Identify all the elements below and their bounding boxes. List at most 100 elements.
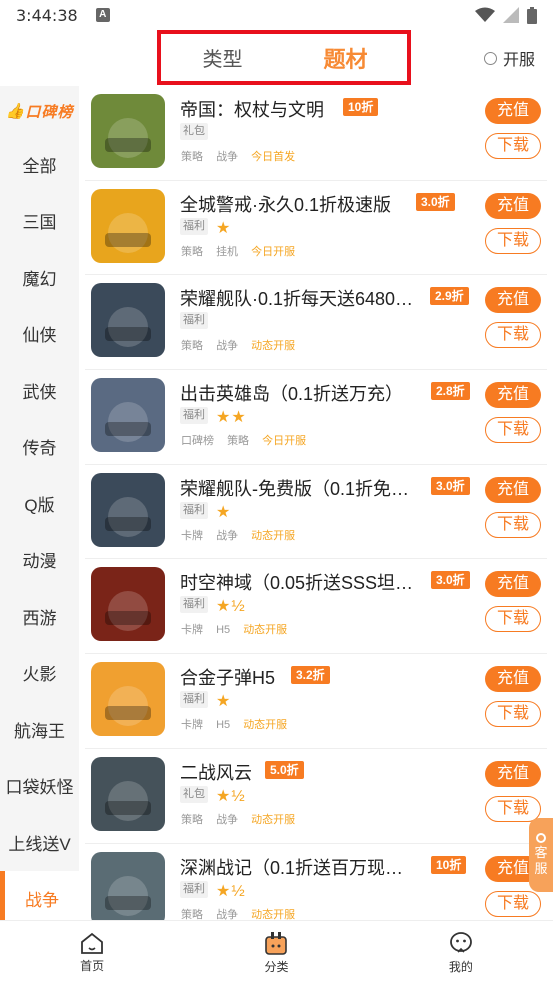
- game-name[interactable]: 二战风云: [180, 759, 252, 785]
- heroine-icon[interactable]: [91, 378, 165, 453]
- tank-icon[interactable]: [91, 567, 165, 642]
- server-status: 动态开服: [251, 908, 296, 921]
- game-meta: 策略 战争 动态开服: [181, 811, 305, 827]
- sidebar-item-journey-west[interactable]: 西游: [0, 588, 79, 645]
- sidebar-item-war[interactable]: 战争: [0, 870, 79, 920]
- download-button[interactable]: 下载: [485, 227, 541, 254]
- game-tag: 福利: [180, 880, 208, 898]
- sidebar-item-wuxia[interactable]: 武侠: [0, 362, 79, 419]
- nav-category-label: 分类: [264, 959, 289, 974]
- headset-icon: [536, 833, 546, 843]
- genre-label: 策略: [181, 813, 203, 826]
- mech-icon[interactable]: [91, 851, 165, 920]
- nav-home[interactable]: 首页: [0, 921, 184, 984]
- customer-service-button[interactable]: 客 服: [529, 818, 553, 892]
- tab-theme[interactable]: 题材: [284, 42, 407, 74]
- game-tag: 福利: [180, 407, 208, 425]
- recharge-button[interactable]: 充值: [485, 760, 541, 787]
- sidebar-item-one-piece[interactable]: 航海王: [0, 701, 79, 758]
- genre-label: 策略: [181, 151, 203, 163]
- download-button[interactable]: 下载: [485, 606, 541, 633]
- game-row[interactable]: 二战风云 5.0折 礼包 ★½ 策略 战争 动态开服 充值 下载: [85, 749, 547, 844]
- game-row[interactable]: 时空神域（0.05折送SSS坦… 3.0折 福利 ★½ 卡牌 H5 动态开服 充…: [85, 559, 547, 655]
- nav-category[interactable]: 分类: [184, 921, 368, 984]
- warship-icon[interactable]: [91, 283, 165, 358]
- game-name[interactable]: 荣耀舰队-免费版（0.1折免…: [180, 475, 409, 501]
- genre-label: 战争: [216, 529, 239, 542]
- sidebar-item-anime[interactable]: 动漫: [0, 532, 79, 589]
- nav-mine[interactable]: 我的: [369, 921, 553, 984]
- sidebar-rank-label: 口碑榜: [25, 103, 74, 121]
- game-meta: 卡牌 战争 动态开服: [181, 527, 305, 543]
- soldier-icon[interactable]: [91, 94, 165, 168]
- radio-icon[interactable]: [483, 51, 497, 65]
- category-icon: [265, 931, 288, 955]
- kaifu-label: 开服: [502, 52, 535, 69]
- category-tab-group: 类型 题材: [157, 30, 411, 85]
- sidebar-item-pocket-monster[interactable]: 口袋妖怪: [0, 758, 79, 815]
- explosion-icon[interactable]: [91, 662, 165, 737]
- sidebar-item-vip-online[interactable]: 上线送V: [0, 814, 79, 871]
- tank-badge-icon[interactable]: [91, 188, 165, 263]
- recharge-button[interactable]: 充值: [485, 476, 541, 503]
- game-row[interactable]: 帝国：权杖与文明 10折 礼包 策略 战争 今日首发 充值 下载: [85, 86, 547, 181]
- discount-badge: 10折: [343, 98, 379, 116]
- game-row[interactable]: 全城警戒·永久0.1折极速版 3.0折 福利 ★ 策略 挂机 今日开服 充值 下…: [85, 181, 547, 276]
- game-name[interactable]: 帝国：权杖与文明: [180, 96, 324, 122]
- rating-stars: ★½: [216, 787, 246, 805]
- game-name[interactable]: 全城警戒·永久0.1折极速版: [180, 191, 391, 217]
- rating-stars: ★★: [216, 409, 247, 427]
- sidebar-item-sanguo[interactable]: 三国: [0, 193, 79, 250]
- sidebar-item-legend[interactable]: 传奇: [0, 419, 79, 476]
- game-name[interactable]: 深渊战记（0.1折送百万现…: [180, 854, 403, 880]
- sidebar-item-fantasy[interactable]: 魔幻: [0, 249, 79, 306]
- recharge-button[interactable]: 充值: [485, 571, 541, 598]
- header: 类型 题材 开服: [0, 30, 553, 85]
- download-button[interactable]: 下载: [485, 133, 541, 159]
- game-name[interactable]: 荣耀舰队·0.1折每天送6480…: [180, 285, 413, 311]
- sidebar-item-xianxia[interactable]: 仙侠: [0, 306, 79, 363]
- tab-type[interactable]: 类型: [161, 43, 284, 72]
- game-meta: 卡牌 H5 动态开服: [181, 716, 297, 732]
- game-row[interactable]: 出击英雄岛（0.1折送万充） 2.8折 福利 ★★ 口碑榜 策略 今日开服 充值…: [85, 370, 547, 465]
- genre-label: 战争: [216, 908, 239, 921]
- game-meta: 策略 战争 动态开服: [181, 337, 305, 353]
- game-name[interactable]: 时空神域（0.05折送SSS坦…: [180, 569, 413, 595]
- recharge-button[interactable]: 充值: [485, 192, 541, 219]
- server-status: 今日开服: [262, 435, 307, 448]
- game-tag: 福利: [180, 501, 208, 519]
- kaifu-toggle[interactable]: 开服: [483, 46, 535, 70]
- rating-stars: ★: [216, 693, 232, 711]
- genre-label: 卡牌: [181, 624, 203, 637]
- game-name[interactable]: 合金子弹H5: [180, 664, 275, 690]
- recharge-button[interactable]: 充值: [485, 98, 541, 124]
- game-tag: 礼包: [180, 785, 208, 803]
- game-row[interactable]: 合金子弹H5 3.2折 福利 ★ 卡牌 H5 动态开服 充值 下载: [85, 654, 547, 749]
- download-button[interactable]: 下载: [485, 701, 541, 728]
- download-button[interactable]: 下载: [485, 795, 541, 822]
- sidebar-item-rank[interactable]: 👍 口碑榜: [0, 86, 79, 136]
- sidebar-item-qstyle[interactable]: Q版: [0, 475, 79, 532]
- helmet-soldier-icon[interactable]: [91, 756, 165, 831]
- genre-label: H5: [216, 624, 231, 637]
- sidebar-item-all[interactable]: 全部: [0, 136, 79, 193]
- download-button[interactable]: 下载: [485, 417, 541, 444]
- game-row[interactable]: 荣耀舰队-免费版（0.1折免… 3.0折 福利 ★ 卡牌 战争 动态开服 充值 …: [85, 465, 547, 560]
- download-button[interactable]: 下载: [485, 322, 541, 349]
- recharge-button[interactable]: 充值: [485, 287, 541, 314]
- recharge-button[interactable]: 充值: [485, 382, 541, 409]
- game-row[interactable]: 深渊战记（0.1折送百万现… 10折 福利 ★½ 策略 战争 动态开服 充值 下…: [85, 844, 547, 921]
- sidebar-item-naruto[interactable]: 火影: [0, 645, 79, 702]
- game-name[interactable]: 出击英雄岛（0.1折送万充）: [180, 380, 403, 406]
- download-button[interactable]: 下载: [485, 890, 541, 917]
- game-row[interactable]: 荣耀舰队·0.1折每天送6480… 2.9折 福利 策略 战争 动态开服 充值 …: [85, 275, 547, 371]
- warship-icon[interactable]: [91, 472, 165, 547]
- game-meta: 口碑榜 策略 今日开服: [181, 432, 316, 448]
- server-status: 动态开服: [243, 624, 288, 637]
- status-bar: 3:44:38 A: [0, 0, 553, 30]
- download-button[interactable]: 下载: [485, 511, 541, 538]
- game-tag: 礼包: [180, 123, 208, 140]
- profile-icon: [449, 931, 472, 953]
- recharge-button[interactable]: 充值: [485, 666, 541, 693]
- service-label-2: 服: [534, 861, 548, 876]
